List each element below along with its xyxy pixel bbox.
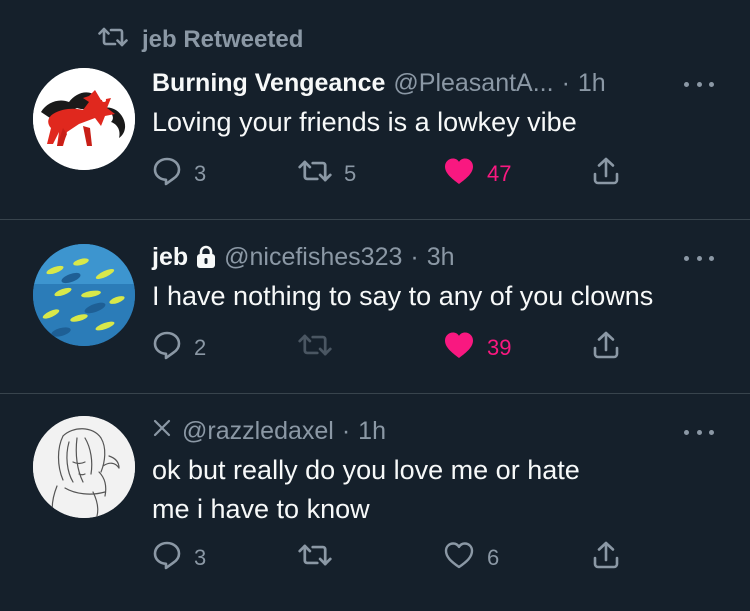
heart-outline-icon (443, 540, 475, 576)
share-button[interactable] (592, 157, 620, 191)
reply-button[interactable]: 2 (152, 331, 206, 365)
handle[interactable]: @PleasantA... (393, 69, 553, 98)
timestamp[interactable]: 3h (427, 243, 455, 272)
dot (684, 255, 689, 261)
timeline-feed: jeb Retweeted Burning Vengeance @Pleasan… (0, 0, 750, 611)
tweet-3[interactable]: @razzledaxel · 1h ok but really do you l… (0, 394, 750, 611)
tweet-header: Burning Vengeance @PleasantA... · 1h (152, 66, 606, 100)
x-mark-icon (152, 417, 172, 445)
more-options-button[interactable] (684, 248, 714, 268)
avatar-razzledaxel[interactable] (33, 416, 135, 518)
reply-count: 3 (194, 161, 207, 186)
tweet-text: I have nothing to say to any of you clow… (152, 281, 654, 311)
retweet-banner-text: jeb Retweeted (142, 26, 304, 53)
timestamp[interactable]: 1h (358, 417, 386, 446)
handle[interactable]: @razzledaxel (182, 417, 334, 446)
tweet-2[interactable]: jeb @nicefishes323 · 3h I have nothing t… (0, 220, 750, 393)
reply-icon (152, 156, 182, 192)
retweet-icon (298, 331, 332, 365)
reply-count: 3 (194, 545, 207, 570)
dot (709, 255, 714, 261)
share-icon (592, 330, 620, 366)
reply-count: 2 (194, 335, 207, 360)
separator-dot: · (410, 242, 419, 271)
reply-icon (152, 330, 182, 366)
retweet-button (298, 331, 332, 365)
sketch-portrait-avatar-icon (33, 416, 135, 518)
retweet-icon (298, 541, 332, 575)
share-button[interactable] (592, 541, 620, 575)
tweet-actions: 3 6 (0, 541, 750, 575)
retweet-icon (98, 25, 128, 56)
like-button[interactable]: 39 (443, 331, 511, 365)
dot (709, 429, 714, 435)
reply-button[interactable]: 3 (152, 157, 206, 191)
more-options-button[interactable] (684, 422, 714, 442)
tweet-text: Loving your friends is a lowkey vibe (152, 107, 577, 137)
separator-dot: · (341, 416, 351, 445)
display-name[interactable]: jeb (152, 243, 188, 272)
reply-button[interactable]: 3 (152, 541, 206, 575)
more-options-button[interactable] (684, 74, 714, 94)
dot (696, 255, 702, 261)
heart-filled-icon (443, 156, 475, 192)
dot (709, 81, 714, 87)
heart-filled-icon (443, 330, 475, 366)
like-button[interactable]: 47 (443, 157, 511, 191)
retweet-button[interactable] (298, 541, 332, 575)
dot (684, 81, 689, 87)
dot (696, 81, 702, 87)
reply-icon (152, 540, 182, 576)
retweet-count: 5 (344, 161, 357, 186)
retweet-banner[interactable]: jeb Retweeted (98, 26, 303, 54)
tweet-header: @razzledaxel · 1h (152, 414, 386, 448)
like-button[interactable]: 6 (443, 541, 499, 575)
dot (696, 429, 702, 435)
like-count: 39 (487, 335, 512, 360)
display-name[interactable]: Burning Vengeance (152, 69, 385, 98)
tweet-actions: 3 5 47 (0, 157, 750, 191)
like-count: 47 (487, 161, 512, 186)
tweet-text: ok but really do you love me or hate me … (152, 455, 580, 524)
tweet-actions: 2 39 (0, 331, 750, 365)
share-button[interactable] (592, 331, 620, 365)
lock-icon (196, 245, 216, 269)
share-icon (592, 540, 620, 576)
dot (684, 429, 689, 435)
red-pony-avatar-icon (33, 68, 135, 170)
tweet-1[interactable]: jeb Retweeted Burning Vengeance @Pleasan… (0, 0, 750, 219)
like-count: 6 (487, 545, 500, 570)
retweet-button[interactable]: 5 (298, 157, 356, 191)
timestamp[interactable]: 1h (578, 69, 606, 98)
share-icon (592, 156, 620, 192)
separator-dot: · (561, 68, 570, 97)
handle[interactable]: @nicefishes323 (224, 243, 402, 272)
avatar-burning-vengeance[interactable] (33, 68, 135, 170)
retweet-icon (298, 157, 332, 191)
tweet-header: jeb @nicefishes323 · 3h (152, 240, 455, 274)
